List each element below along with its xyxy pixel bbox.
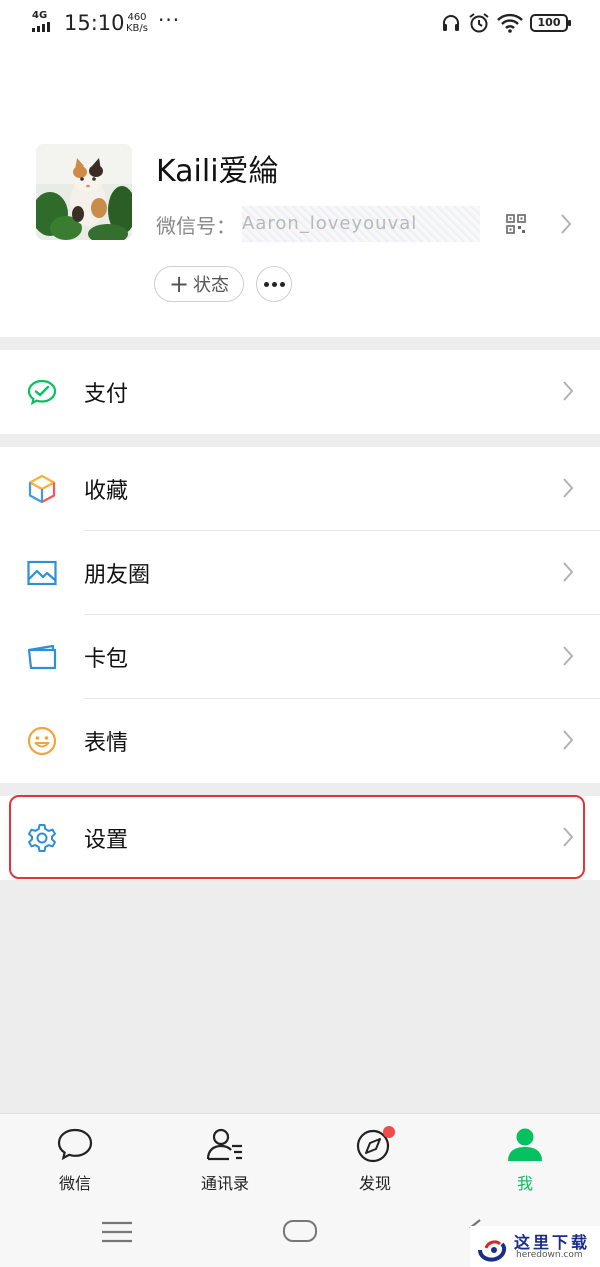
more-dots-button[interactable]: [256, 266, 292, 302]
battery-icon: 100: [530, 14, 571, 32]
alarm-icon: [469, 13, 489, 33]
avatar[interactable]: [36, 144, 132, 240]
tab-contacts[interactable]: 通讯录: [175, 1126, 275, 1196]
status-bar: 4G 15:10 460 KB/s ··· 100: [0, 0, 600, 46]
smiley-face-icon: [27, 726, 57, 756]
menu-label-stickers: 表情: [84, 731, 129, 756]
menu-label-moments: 朋友圈: [84, 563, 151, 588]
menu-item-pay[interactable]: 支付: [0, 350, 600, 434]
status-button-label: 状态: [193, 275, 230, 296]
menu-label-pay: 支付: [84, 382, 129, 407]
tab-label-discover: 发现: [358, 1174, 391, 1193]
bottom-tab-bar: 微信 通讯录 发现 我: [0, 1113, 600, 1199]
status-time: 15:10: [64, 11, 125, 35]
network-type: 4G: [32, 10, 48, 21]
nickname: Kaili爱綸: [156, 154, 279, 189]
contacts-icon: [206, 1128, 242, 1161]
tab-me[interactable]: 我: [475, 1126, 575, 1196]
site-watermark: 这里下载 heredown.com: [470, 1226, 600, 1267]
chevron-right-icon[interactable]: [560, 213, 572, 235]
favorites-cube-icon: [28, 474, 56, 504]
wechat-id-value: Aaron_loveyouval: [242, 206, 480, 242]
chevron-right-icon: [563, 381, 574, 401]
wechat-id-row[interactable]: 微信号： Aaron_loveyouval: [156, 206, 586, 242]
wifi-icon: [497, 13, 523, 33]
cellular-signal-icon: 4G: [32, 10, 58, 34]
plus-icon: +: [168, 270, 190, 298]
chevron-right-icon: [563, 730, 574, 750]
headphones-icon: [443, 15, 459, 31]
add-status-button[interactable]: + 状态: [154, 266, 244, 302]
menu-lines-icon[interactable]: [101, 1221, 133, 1243]
more-dots-icon: [263, 281, 269, 287]
profile-header: Kaili爱綸 微信号： Aaron_loveyouval + 状态: [0, 46, 600, 337]
person-icon: [508, 1128, 542, 1161]
wechat-id-label: 微信号：: [156, 214, 236, 238]
menu-group-main: 收藏 朋友圈 卡包 表情: [0, 447, 600, 783]
chevron-right-icon: [563, 646, 574, 666]
menu-label-cards: 卡包: [84, 647, 129, 672]
settings-highlight-annotation: [9, 795, 585, 879]
home-pill-icon[interactable]: [283, 1220, 317, 1242]
tab-label-chats: 微信: [58, 1174, 91, 1193]
network-speed-value: 460: [127, 12, 147, 23]
menu-item-stickers[interactable]: 表情: [0, 699, 600, 783]
card-wallet-icon: [27, 644, 57, 670]
menu-label-favorites: 收藏: [84, 479, 129, 504]
network-speed-unit: KB/s: [126, 23, 148, 34]
tab-label-me: 我: [516, 1174, 533, 1193]
chevron-right-icon: [563, 478, 574, 498]
qr-code-icon[interactable]: [506, 214, 526, 234]
tab-label-contacts: 通讯录: [200, 1174, 249, 1193]
discover-badge-dot: [383, 1126, 395, 1138]
watermark-logo-icon: [478, 1240, 507, 1262]
tab-chats[interactable]: 微信: [25, 1126, 125, 1196]
menu-item-cards[interactable]: 卡包: [0, 615, 600, 699]
tab-discover[interactable]: 发现: [325, 1126, 425, 1196]
menu-item-favorites[interactable]: 收藏: [0, 447, 600, 531]
menu-group-pay: 支付: [0, 350, 600, 434]
avatar-cat-photo: [36, 144, 132, 240]
moments-photo-icon: [27, 560, 57, 586]
chat-bubble-icon: [57, 1128, 93, 1161]
watermark-url: heredown.com: [516, 1250, 583, 1260]
status-more-dots: ···: [158, 8, 181, 32]
menu-item-moments[interactable]: 朋友圈: [0, 531, 600, 615]
wechat-pay-icon: [27, 379, 57, 406]
chevron-right-icon: [563, 562, 574, 582]
network-speed: 460 KB/s: [126, 12, 148, 34]
